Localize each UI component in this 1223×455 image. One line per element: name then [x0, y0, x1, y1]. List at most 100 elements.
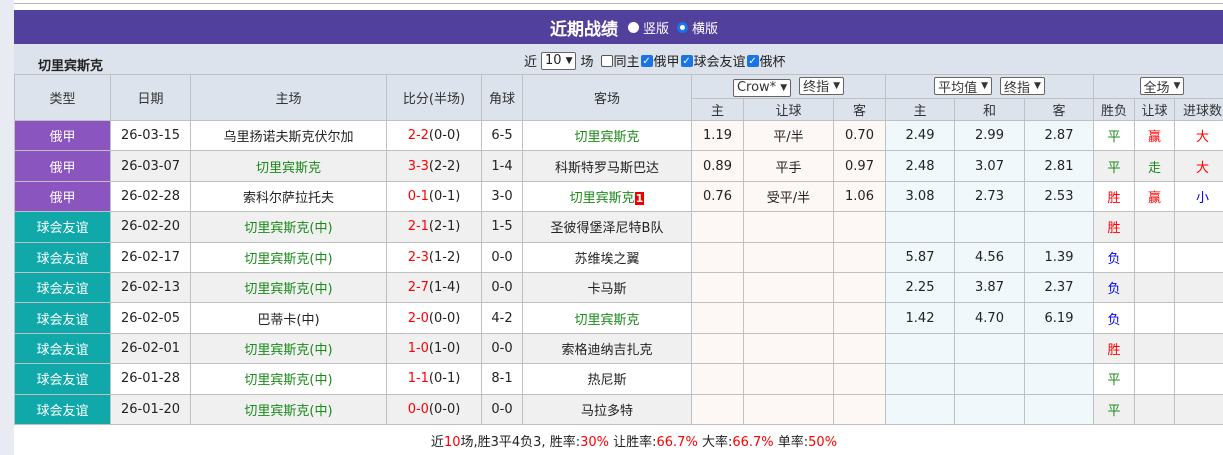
home-team[interactable]: 乌里扬诺夫斯克伏尔加: [190, 119, 387, 152]
crow-handicap: [743, 363, 834, 395]
summary-text: 近: [430, 434, 444, 450]
match-type[interactable]: 球会友谊: [14, 332, 111, 365]
away-team-name: 索格迪纳吉扎克: [561, 342, 653, 358]
avg-select[interactable]: 平均值 ▼: [934, 77, 992, 96]
away-team-name: 热尼斯: [587, 373, 627, 389]
half-score: (1-0): [428, 340, 461, 356]
home-team[interactable]: 索科尔萨拉托夫: [190, 180, 387, 213]
away-team[interactable]: 热尼斯: [522, 363, 692, 395]
home-team[interactable]: 切里宾斯克(中): [190, 332, 387, 365]
same-home-checkbox[interactable]: [600, 54, 613, 67]
subcol: 客: [833, 98, 886, 121]
avg-draw-odds: 4.56: [954, 241, 1025, 273]
score[interactable]: 2-7(1-4): [386, 271, 482, 304]
chevron-down-icon: ▼: [780, 82, 788, 93]
handicap-result: [1134, 271, 1175, 304]
away-team[interactable]: 切里宾斯克: [522, 119, 692, 152]
score[interactable]: 2-2(0-0): [386, 119, 482, 152]
home-team[interactable]: 切里宾斯克(中): [190, 393, 387, 425]
score[interactable]: 1-0(1-0): [386, 332, 482, 365]
home-team[interactable]: 巴蒂卡(中): [190, 302, 387, 334]
away-team[interactable]: 苏维埃之翼: [522, 241, 692, 273]
summary: 近10场,胜3平4负3, 胜率:30% 让胜率:66.7% 大率:66.7% 单…: [14, 431, 1223, 450]
home-team[interactable]: 切里宾斯克(中): [190, 271, 387, 304]
table-row: 球会友谊 26-02-13 切里宾斯克(中) 2-7(1-4) 0-0 卡马斯 2.25 3.…: [14, 271, 1223, 304]
avg-draw-odds: [954, 332, 1025, 365]
half-score: (1-4): [428, 280, 461, 296]
match-count-select[interactable]: 10 ▼: [541, 51, 577, 70]
match-type[interactable]: 球会友谊: [14, 302, 111, 334]
bookmaker-select[interactable]: Crow* ▼: [732, 78, 792, 97]
team-name: 切里宾斯克: [38, 59, 104, 74]
goals-result: [1174, 211, 1223, 243]
period-select[interactable]: 全场 ▼: [1139, 77, 1185, 96]
odd-rate: 50%: [808, 434, 838, 450]
crow-away-odds: 0.70: [833, 119, 886, 152]
away-team[interactable]: 切里宾斯克1: [522, 180, 692, 213]
match-date: 26-02-01: [110, 332, 191, 365]
full-score: 3-3: [407, 158, 429, 174]
home-team[interactable]: 切里宾斯克(中): [190, 241, 387, 273]
cup-label: 俄杯: [759, 55, 786, 70]
half-score: (0-1): [428, 188, 461, 204]
score[interactable]: 2-1(2-1): [386, 211, 482, 243]
cup-checkbox[interactable]: ✓: [746, 54, 759, 67]
home-team[interactable]: 切里宾斯克(中): [190, 211, 387, 243]
away-team[interactable]: 索格迪纳吉扎克: [522, 332, 692, 365]
radio-horizontal-label[interactable]: 横版: [692, 18, 718, 37]
home-team[interactable]: 切里宾斯克: [190, 150, 387, 182]
summary-text: 让胜率:: [608, 434, 657, 450]
handicap-result: 赢: [1134, 180, 1175, 213]
crow-handicap: [743, 271, 834, 304]
avg-group: 平均值 ▼ 终指 ▼: [885, 74, 1094, 99]
win-rate: 30%: [580, 434, 609, 450]
league-checkbox[interactable]: ✓: [640, 54, 653, 67]
radio-horizontal[interactable]: [677, 21, 688, 33]
table-row: 球会友谊 26-01-20 切里宾斯克(中) 0-0(0-0) 0-0 马拉多特平: [14, 393, 1223, 425]
result: 胜: [1093, 332, 1135, 365]
avg-home-odds: [885, 211, 955, 243]
full-score: 1-1: [407, 371, 429, 387]
match-type[interactable]: 俄甲: [14, 150, 111, 182]
radio-vertical-label[interactable]: 竖版: [643, 18, 669, 37]
bookmaker-value: Crow*: [736, 80, 777, 95]
corners: 4-2: [481, 302, 523, 334]
avg-draw-odds: 3.87: [954, 271, 1025, 304]
subcol: 主: [691, 98, 744, 121]
crow-handicap: [743, 302, 834, 334]
match-type[interactable]: 球会友谊: [14, 393, 111, 425]
away-team[interactable]: 圣彼得堡泽尼特B队: [522, 211, 692, 243]
score[interactable]: 2-3(1-2): [386, 241, 482, 273]
match-type[interactable]: 球会友谊: [14, 241, 111, 273]
table-row: 俄甲 26-03-07 切里宾斯克 3-3(2-2) 1-4 科斯特罗马斯巴达 0.89 平手…: [14, 150, 1223, 182]
score[interactable]: 3-3(2-2): [386, 150, 482, 182]
match-type[interactable]: 俄甲: [14, 119, 111, 152]
away-team[interactable]: 切里宾斯克: [522, 302, 692, 334]
friendly-checkbox[interactable]: ✓: [680, 54, 693, 67]
goals-result: [1174, 271, 1223, 304]
away-team[interactable]: 马拉多特: [522, 393, 692, 425]
score[interactable]: 1-1(0-1): [386, 363, 482, 395]
match-type[interactable]: 球会友谊: [14, 363, 111, 395]
away-team[interactable]: 科斯特罗马斯巴达: [522, 150, 692, 182]
avg-kind-select[interactable]: 终指 ▼: [1000, 77, 1045, 96]
score[interactable]: 0-0(0-0): [386, 393, 482, 425]
crow-kind-select[interactable]: 终指 ▼: [799, 76, 845, 95]
crow-home-odds: [691, 271, 744, 304]
home-team[interactable]: 切里宾斯克(中): [190, 363, 387, 395]
crow-away-odds: [833, 271, 886, 304]
match-type[interactable]: 球会友谊: [14, 271, 111, 304]
away-team[interactable]: 卡马斯: [522, 271, 692, 304]
avg-away-odds: [1024, 332, 1094, 365]
score[interactable]: 2-0(0-0): [386, 302, 482, 334]
half-score: (0-0): [428, 310, 461, 326]
summary-count: 10: [443, 434, 461, 450]
score[interactable]: 0-1(0-1): [386, 180, 482, 213]
corners: 0-0: [481, 241, 523, 273]
match-type[interactable]: 球会友谊: [14, 211, 111, 243]
chevron-down-icon: ▼: [833, 80, 841, 91]
radio-vertical[interactable]: [627, 21, 639, 33]
col-away: 客场: [522, 74, 692, 121]
match-type[interactable]: 俄甲: [14, 180, 111, 213]
avg-draw-odds: [954, 363, 1025, 395]
